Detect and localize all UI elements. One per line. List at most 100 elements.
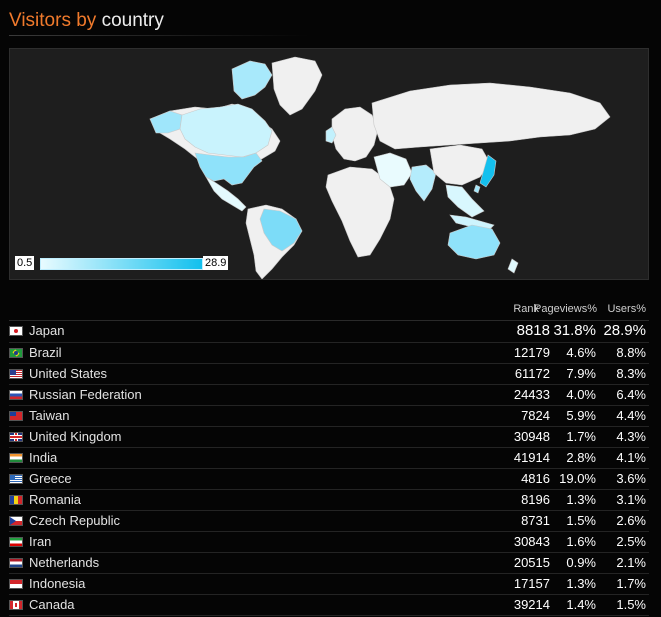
- country-name[interactable]: Brazil: [29, 343, 62, 363]
- pageviews-value: 1.3%: [566, 492, 596, 507]
- pageviews-value: 5.9%: [566, 408, 596, 423]
- world-map[interactable]: [10, 49, 649, 280]
- pageviews-value: 0.9%: [566, 555, 596, 570]
- country-name[interactable]: Canada: [29, 595, 75, 615]
- header-users[interactable]: Users%: [607, 303, 646, 315]
- table-row[interactable]: Indonesia 17157 1.3% 1.7%: [9, 574, 649, 595]
- nl-flag-icon: [9, 558, 23, 568]
- pageviews-value: 19.0%: [559, 471, 596, 486]
- users-value: 3.1%: [616, 492, 646, 507]
- users-value: 2.1%: [616, 555, 646, 570]
- rank-value: 4816: [521, 471, 550, 486]
- rank-value: 61172: [514, 366, 550, 381]
- map-region-india[interactable]: [409, 164, 437, 202]
- map-region-taiwan[interactable]: [473, 184, 481, 194]
- country-name[interactable]: Netherlands: [29, 553, 99, 573]
- gb-flag-icon: [9, 432, 23, 442]
- jp-flag-icon: [9, 326, 23, 336]
- users-value: 4.1%: [616, 450, 646, 465]
- pageviews-value: 4.0%: [566, 387, 596, 402]
- pageviews-value: 7.9%: [566, 366, 596, 381]
- rank-value: 12179: [513, 345, 550, 360]
- in-flag-icon: [9, 453, 23, 463]
- country-name[interactable]: India: [29, 448, 57, 468]
- pageviews-value: 1.4%: [566, 597, 596, 612]
- country-name[interactable]: Romania: [29, 490, 81, 510]
- country-name[interactable]: Iran: [29, 532, 51, 552]
- users-value: 1.5%: [616, 597, 646, 612]
- title-divider: [9, 35, 309, 36]
- map-region-europe[interactable]: [331, 106, 379, 162]
- table-row[interactable]: India 41914 2.8% 4.1%: [9, 448, 649, 469]
- rank-value: 8196: [521, 492, 550, 507]
- ca-flag-icon: [9, 600, 23, 610]
- country-name[interactable]: Taiwan: [29, 406, 69, 426]
- users-value: 2.5%: [616, 534, 646, 549]
- rank-value: 8731: [521, 513, 550, 528]
- pageviews-value: 1.3%: [566, 576, 596, 591]
- table-row[interactable]: Czech Republic 8731 1.5% 2.6%: [9, 511, 649, 532]
- users-value: 1.7%: [616, 576, 646, 591]
- ir-flag-icon: [9, 537, 23, 547]
- users-value: 4.4%: [616, 408, 646, 423]
- rank-value: 39214: [513, 597, 550, 612]
- country-name[interactable]: Indonesia: [29, 574, 85, 594]
- table-row[interactable]: Romania 8196 1.3% 3.1%: [9, 490, 649, 511]
- map-region-new-zealand[interactable]: [507, 258, 519, 274]
- br-flag-icon: [9, 348, 23, 358]
- legend-min-value: 0.5: [15, 256, 35, 270]
- table-row[interactable]: Iran 30843 1.6% 2.5%: [9, 532, 649, 553]
- rank-value: 7824: [521, 408, 550, 423]
- rank-value: 41914: [513, 450, 550, 465]
- table-row[interactable]: Russian Federation 24433 4.0% 6.4%: [9, 385, 649, 406]
- table-row[interactable]: United States 61172 7.9% 8.3%: [9, 364, 649, 385]
- ru-flag-icon: [9, 390, 23, 400]
- header-pageviews[interactable]: Pageviews%: [534, 303, 597, 315]
- pageviews-value: 1.7%: [566, 429, 596, 444]
- gr-flag-icon: [9, 474, 23, 484]
- page-title: Visitors by country: [9, 9, 164, 33]
- country-table: Japan 8818 31.8% 28.9% Brazil 12179 4.6% 8.8% Un…: [9, 321, 649, 616]
- table-row[interactable]: United Kingdom 30948 1.7% 4.3%: [9, 427, 649, 448]
- page-title-accent: Visitors by: [9, 10, 97, 31]
- page-title-rest: country: [96, 10, 164, 31]
- map-region-united-states[interactable]: [194, 152, 263, 186]
- map-region-australia[interactable]: [447, 224, 501, 260]
- pageviews-value: 1.5%: [566, 513, 596, 528]
- cz-flag-icon: [9, 516, 23, 526]
- pageviews-value: 1.6%: [566, 534, 596, 549]
- users-value: 8.8%: [616, 345, 646, 360]
- country-name[interactable]: United Kingdom: [29, 427, 122, 447]
- map-region-greenland[interactable]: [271, 56, 323, 116]
- country-name[interactable]: Czech Republic: [29, 511, 120, 531]
- pageviews-value: 4.6%: [566, 345, 596, 360]
- ro-flag-icon: [9, 495, 23, 505]
- map-region-russia[interactable]: [371, 82, 611, 150]
- pageviews-value: 31.8%: [553, 322, 596, 339]
- world-map-panel[interactable]: 0.5 28.9: [9, 48, 649, 280]
- country-name[interactable]: Russian Federation: [29, 385, 142, 405]
- country-name[interactable]: Greece: [29, 469, 72, 489]
- users-value: 28.9%: [603, 322, 646, 339]
- legend-color-scale: [40, 258, 203, 270]
- rank-value: 20515: [513, 555, 550, 570]
- table-row[interactable]: Japan 8818 31.8% 28.9%: [9, 321, 649, 343]
- table-row[interactable]: Greece 4816 19.0% 3.6%: [9, 469, 649, 490]
- users-value: 4.3%: [616, 429, 646, 444]
- rank-value: 30948: [513, 429, 550, 444]
- table-row[interactable]: Netherlands 20515 0.9% 2.1%: [9, 553, 649, 574]
- table-row[interactable]: Taiwan 7824 5.9% 4.4%: [9, 406, 649, 427]
- users-value: 2.6%: [616, 513, 646, 528]
- table-row[interactable]: Brazil 12179 4.6% 8.8%: [9, 343, 649, 364]
- table-header: Rank Pageviews% Users%: [9, 300, 649, 321]
- users-value: 8.3%: [616, 366, 646, 381]
- country-name[interactable]: Japan: [29, 321, 64, 341]
- map-region-canadian-islands[interactable]: [231, 60, 273, 100]
- rank-value: 17157: [513, 576, 550, 591]
- country-name[interactable]: United States: [29, 364, 107, 384]
- id-flag-icon: [9, 579, 23, 589]
- map-region-alaska[interactable]: [149, 110, 183, 134]
- rank-value: 8818: [516, 322, 550, 339]
- legend-max-value: 28.9: [203, 256, 229, 270]
- table-row[interactable]: Canada 39214 1.4% 1.5%: [9, 595, 649, 616]
